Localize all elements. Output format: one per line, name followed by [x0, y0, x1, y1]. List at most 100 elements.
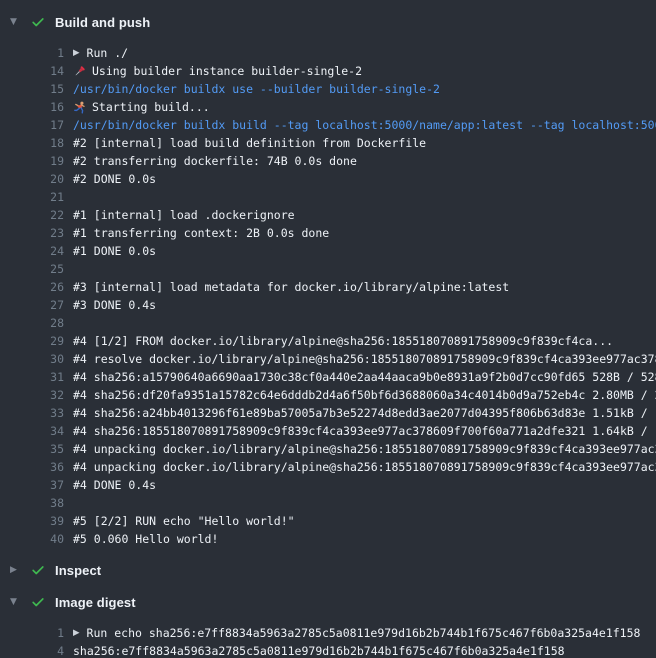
- line-number[interactable]: 25: [0, 262, 64, 276]
- workflow-log-viewer: ▼ Build and push1▶Run ./14 Using builder…: [0, 12, 656, 658]
- line-number[interactable]: 23: [0, 226, 64, 240]
- line-number[interactable]: 21: [0, 190, 64, 204]
- line-text-content: #4 unpacking docker.io/library/alpine@sh…: [73, 460, 656, 474]
- line-number[interactable]: 19: [0, 154, 64, 168]
- check-icon: [30, 563, 45, 578]
- line-text: Using builder instance builder-single-2: [73, 64, 656, 78]
- line-text: #4 sha256:a24bb4013296f61e89ba57005a7b3e…: [73, 406, 656, 420]
- line-text: #1 transferring context: 2B 0.0s done: [73, 226, 656, 240]
- section-title: Build and push: [55, 15, 150, 30]
- line-number[interactable]: 40: [0, 532, 64, 546]
- log-line: 39 #5 [2/2] RUN echo "Hello world!": [0, 512, 656, 530]
- line-text: sha256:e7ff8834a5963a2785c5a0811e979d16b…: [73, 644, 656, 658]
- line-text-content: Using builder instance builder-single-2: [92, 64, 362, 78]
- log-section-image-digest: ▼ Image digest 1 ▶ Run echo sha256:e7ff8834…: [0, 592, 656, 658]
- log-line: 27#3 DONE 0.4s: [0, 296, 656, 314]
- log-line: 18 #2 [internal] load build definition fr…: [0, 134, 656, 152]
- line-text-content: #2 transferring dockerfile: 74B 0.0s don…: [73, 154, 357, 168]
- log-line: 14 Using builder instance builder-single…: [0, 62, 656, 80]
- section-header-image-digest[interactable]: ▼ Image digest: [0, 592, 656, 612]
- log-line: 28: [0, 314, 656, 332]
- line-number[interactable]: 1: [0, 46, 64, 60]
- chevron-down-icon[interactable]: ▼: [10, 18, 22, 27]
- line-text-content: Starting build...: [92, 100, 210, 114]
- line-text: /usr/bin/docker buildx build --tag local…: [73, 118, 656, 132]
- line-number[interactable]: 18: [0, 136, 64, 150]
- log-line: 22 #1 [internal] load .dockerignore: [0, 206, 656, 224]
- line-number[interactable]: 27: [0, 298, 64, 312]
- line-text: #2 [internal] load build definition from…: [73, 136, 656, 150]
- line-text-content: #2 [internal] load build definition from…: [73, 136, 426, 150]
- line-text: #4 unpacking docker.io/library/alpine@sh…: [73, 460, 656, 474]
- play-icon[interactable]: ▶: [73, 629, 80, 638]
- line-number[interactable]: 4: [0, 644, 64, 658]
- line-text: #4 resolve docker.io/library/alpine@sha2…: [73, 352, 656, 366]
- line-text-content: Run echo sha256:e7ff8834a5963a2785c5a081…: [87, 626, 641, 640]
- line-number[interactable]: 39: [0, 514, 64, 528]
- line-text: ▶ Run echo sha256:e7ff8834a5963a2785c5a08…: [73, 626, 656, 640]
- chevron-right-icon[interactable]: ▶: [10, 566, 22, 575]
- log-line: 19 #2 transferring dockerfile: 74B 0.0s d…: [0, 152, 656, 170]
- line-text: #5 0.060 Hello world!: [73, 532, 656, 546]
- line-text-content: #4 DONE 0.4s: [73, 478, 156, 492]
- line-number[interactable]: 16: [0, 100, 64, 114]
- line-text: #1 DONE 0.0s: [73, 244, 656, 258]
- line-number[interactable]: 38: [0, 496, 64, 510]
- line-number[interactable]: 35: [0, 442, 64, 456]
- line-number[interactable]: 1: [0, 626, 64, 640]
- section-title: Image digest: [55, 595, 136, 610]
- check-icon: [30, 595, 45, 610]
- line-number[interactable]: 31: [0, 370, 64, 384]
- line-number[interactable]: 29: [0, 334, 64, 348]
- line-number[interactable]: 15: [0, 82, 64, 96]
- log-line: 21: [0, 188, 656, 206]
- line-number[interactable]: 24: [0, 244, 64, 258]
- log-line: 25: [0, 260, 656, 278]
- section-title: Inspect: [55, 563, 101, 578]
- line-text-content: #2 DONE 0.0s: [73, 172, 156, 186]
- line-number[interactable]: 36: [0, 460, 64, 474]
- line-text-content: /usr/bin/docker buildx build --tag local…: [73, 118, 656, 132]
- line-text: Starting build...: [73, 100, 656, 114]
- section-header-inspect[interactable]: ▶ Inspect: [0, 560, 656, 580]
- chevron-down-icon[interactable]: ▼: [10, 598, 22, 607]
- line-number[interactable]: 26: [0, 280, 64, 294]
- log-line: 23 #1 transferring context: 2B 0.0s done: [0, 224, 656, 242]
- line-text-content: /usr/bin/docker buildx use --builder bui…: [73, 82, 440, 96]
- line-number[interactable]: 20: [0, 172, 64, 186]
- log-line: 31 #4 sha256:a15790640a6690aa1730c38cf0a4…: [0, 368, 656, 386]
- log-line: 15/usr/bin/docker buildx use --builder b…: [0, 80, 656, 98]
- line-number[interactable]: 34: [0, 424, 64, 438]
- log-line: 16 Starting build...: [0, 98, 656, 116]
- line-text: #4 sha256:a15790640a6690aa1730c38cf0a440…: [73, 370, 656, 384]
- pushpin-icon: [73, 65, 86, 78]
- section-header-build-and-push[interactable]: ▼ Build and push: [0, 12, 656, 32]
- line-number[interactable]: 28: [0, 316, 64, 330]
- line-text: #2 DONE 0.0s: [73, 172, 656, 186]
- line-text: #2 transferring dockerfile: 74B 0.0s don…: [73, 154, 656, 168]
- line-text-content: #4 unpacking docker.io/library/alpine@sh…: [73, 442, 656, 456]
- line-text-content: #5 [2/2] RUN echo "Hello world!": [73, 514, 295, 528]
- line-number[interactable]: 33: [0, 406, 64, 420]
- log-line: 34#4 sha256:185518070891758909c9f839cf4c…: [0, 422, 656, 440]
- line-number[interactable]: 30: [0, 352, 64, 366]
- line-number[interactable]: 32: [0, 388, 64, 402]
- log-line: 40 #5 0.060 Hello world!: [0, 530, 656, 548]
- line-number[interactable]: 37: [0, 478, 64, 492]
- check-icon: [30, 15, 45, 30]
- log-section-inspect: ▶ Inspect: [0, 560, 656, 580]
- log-line: 32#4 sha256:df20fa9351a15782c64e6dddb2d4…: [0, 386, 656, 404]
- log-line: 30 #4 resolve docker.io/library/alpine@sh…: [0, 350, 656, 368]
- log-line: 38: [0, 494, 656, 512]
- line-number[interactable]: 17: [0, 118, 64, 132]
- log-line: 35 #4 unpacking docker.io/library/alpine@…: [0, 440, 656, 458]
- line-text-content: #1 DONE 0.0s: [73, 244, 156, 258]
- log-lines-build-and-push: 1 ▶ Run ./ 14 Using builder instance builde…: [0, 44, 656, 548]
- log-line: 24 #1 DONE 0.0s: [0, 242, 656, 260]
- play-icon[interactable]: ▶: [73, 49, 80, 58]
- line-text: #1 [internal] load .dockerignore: [73, 208, 656, 222]
- line-number[interactable]: 14: [0, 64, 64, 78]
- line-text: #3 [internal] load metadata for docker.i…: [73, 280, 656, 294]
- line-number[interactable]: 22: [0, 208, 64, 222]
- line-text-content: Run ./: [87, 46, 129, 60]
